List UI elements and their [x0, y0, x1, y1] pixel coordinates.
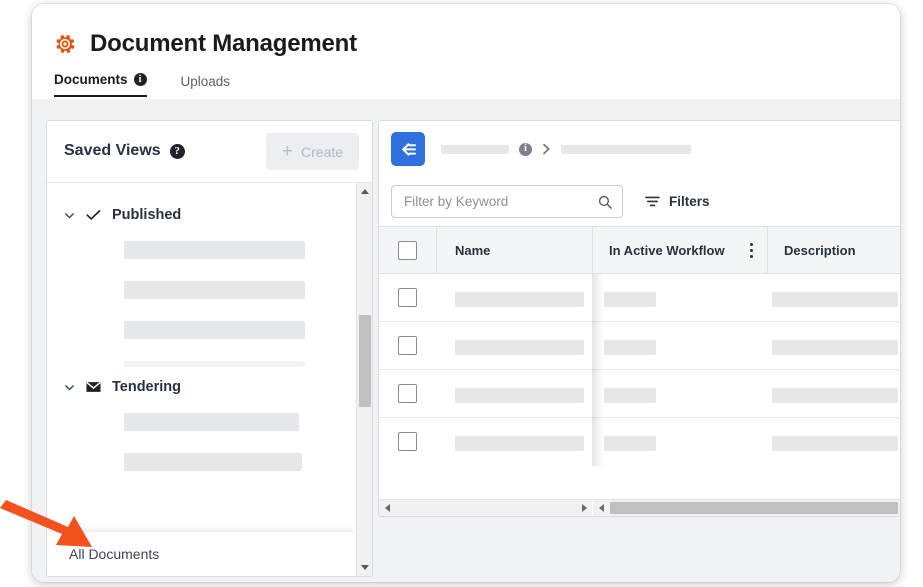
saved-view-item-skeleton-clipped: [124, 361, 305, 367]
tab-uploads[interactable]: Uploads: [181, 74, 231, 97]
filter-icon: [645, 195, 660, 208]
cell-skeleton-description: [772, 292, 898, 307]
breadcrumb-item-skeleton[interactable]: [441, 145, 509, 154]
info-icon[interactable]: i: [519, 143, 532, 156]
app-window: Document Management Documents i Uploads …: [32, 4, 900, 582]
table-header-description[interactable]: Description: [767, 227, 900, 273]
saved-views-title-group: Saved Views ?: [64, 142, 185, 160]
table-row[interactable]: [379, 274, 900, 322]
saved-views-title: Saved Views: [64, 142, 161, 160]
table-row[interactable]: [379, 370, 900, 418]
column-kebab-menu-icon[interactable]: [750, 243, 753, 258]
plus-icon: +: [282, 142, 293, 161]
cell-skeleton-workflow: [604, 436, 656, 451]
all-documents-link[interactable]: All Documents: [47, 532, 356, 576]
saved-views-panel: Saved Views ? + Create: [46, 120, 373, 577]
table-row[interactable]: [379, 322, 900, 370]
page-header: Document Management Documents i Uploads: [32, 4, 900, 99]
cell-skeleton-description: [772, 340, 898, 355]
breadcrumb-item-skeleton[interactable]: [561, 145, 691, 154]
collapse-panel-icon: [399, 142, 418, 157]
tab-documents[interactable]: Documents i: [54, 72, 147, 97]
scroll-left-arrow-icon[interactable]: [593, 500, 609, 516]
cell-skeleton-description: [772, 436, 898, 451]
table-header-in-active-workflow[interactable]: In Active Workflow: [592, 227, 767, 273]
screenshot-root: Document Management Documents i Uploads …: [0, 0, 923, 587]
frozen-columns-scrollbar[interactable]: [379, 499, 592, 516]
row-checkbox[interactable]: [398, 336, 417, 355]
chevron-down-icon: [64, 210, 75, 221]
scroll-right-arrow-icon[interactable]: [576, 500, 592, 516]
documents-table: Name In Active Workflow Description: [379, 226, 900, 516]
filter-row: Filters: [379, 177, 900, 226]
cell-skeleton-workflow: [604, 388, 656, 403]
create-saved-view-button[interactable]: + Create: [266, 133, 359, 170]
cell-skeleton-workflow: [604, 340, 656, 355]
search-icon[interactable]: [598, 195, 612, 209]
info-icon[interactable]: i: [134, 73, 147, 86]
table-header-row: Name In Active Workflow Description: [379, 226, 900, 274]
gear-icon: [54, 33, 76, 55]
page-title: Document Management: [90, 30, 357, 58]
cell-skeleton-name: [455, 292, 584, 307]
filters-button[interactable]: Filters: [645, 194, 710, 209]
saved-views-tree-scroll: Published: [47, 183, 356, 576]
sidebar-scrollbar[interactable]: [356, 183, 372, 576]
cell-skeleton-name: [455, 340, 584, 355]
saved-view-item-skeleton[interactable]: [124, 413, 299, 431]
collapse-panel-button[interactable]: [391, 132, 425, 166]
cell-skeleton-description: [772, 388, 898, 403]
check-icon: [86, 209, 101, 221]
breadcrumb-row: i: [379, 121, 900, 177]
search-box[interactable]: [391, 185, 623, 218]
cell-skeleton-workflow: [604, 292, 656, 307]
chevron-down-icon: [64, 382, 75, 393]
select-all-checkbox[interactable]: [398, 241, 417, 260]
group-label-tendering: Tendering: [112, 379, 181, 395]
tab-bar: Documents i Uploads: [54, 72, 230, 97]
sidebar-scrollbar-thumb[interactable]: [359, 315, 371, 407]
create-button-label: Create: [301, 144, 343, 160]
saved-view-item-skeleton[interactable]: [124, 453, 302, 471]
search-input[interactable]: [402, 193, 598, 210]
row-checkbox[interactable]: [398, 384, 417, 403]
table-header-name[interactable]: Name: [436, 227, 592, 273]
help-icon[interactable]: ?: [170, 144, 185, 159]
group-label-published: Published: [112, 207, 181, 223]
envelope-icon: [86, 381, 101, 393]
saved-view-group-tendering[interactable]: Tendering: [64, 379, 181, 395]
row-checkbox[interactable]: [398, 288, 417, 307]
row-checkbox[interactable]: [398, 432, 417, 451]
saved-view-item-skeleton[interactable]: [124, 321, 305, 339]
saved-views-header: Saved Views ? + Create: [47, 121, 372, 183]
scroll-down-arrow-icon[interactable]: [357, 559, 373, 576]
table-horizontal-scrollbar[interactable]: [593, 499, 900, 516]
tab-documents-label: Documents: [54, 72, 128, 87]
saved-view-item-skeleton[interactable]: [124, 281, 305, 299]
saved-view-group-published[interactable]: Published: [64, 207, 181, 223]
chevron-right-icon: [542, 143, 551, 155]
all-documents-label: All Documents: [69, 546, 159, 562]
saved-views-tree: Published: [47, 183, 372, 576]
table-header-select-all: [379, 227, 436, 273]
saved-view-item-skeleton[interactable]: [124, 241, 305, 259]
tab-uploads-label: Uploads: [181, 74, 231, 89]
scroll-up-arrow-icon[interactable]: [357, 183, 373, 200]
cell-skeleton-name: [455, 436, 584, 451]
documents-panel: i: [378, 120, 900, 517]
body-area: Saved Views ? + Create: [32, 99, 900, 582]
cell-skeleton-name: [455, 388, 584, 403]
scroll-left-arrow-icon[interactable]: [379, 500, 395, 516]
filters-button-label: Filters: [669, 194, 710, 209]
table-scrollbar-thumb[interactable]: [610, 502, 898, 514]
table-row[interactable]: [379, 418, 900, 466]
title-row: Document Management: [54, 30, 357, 58]
